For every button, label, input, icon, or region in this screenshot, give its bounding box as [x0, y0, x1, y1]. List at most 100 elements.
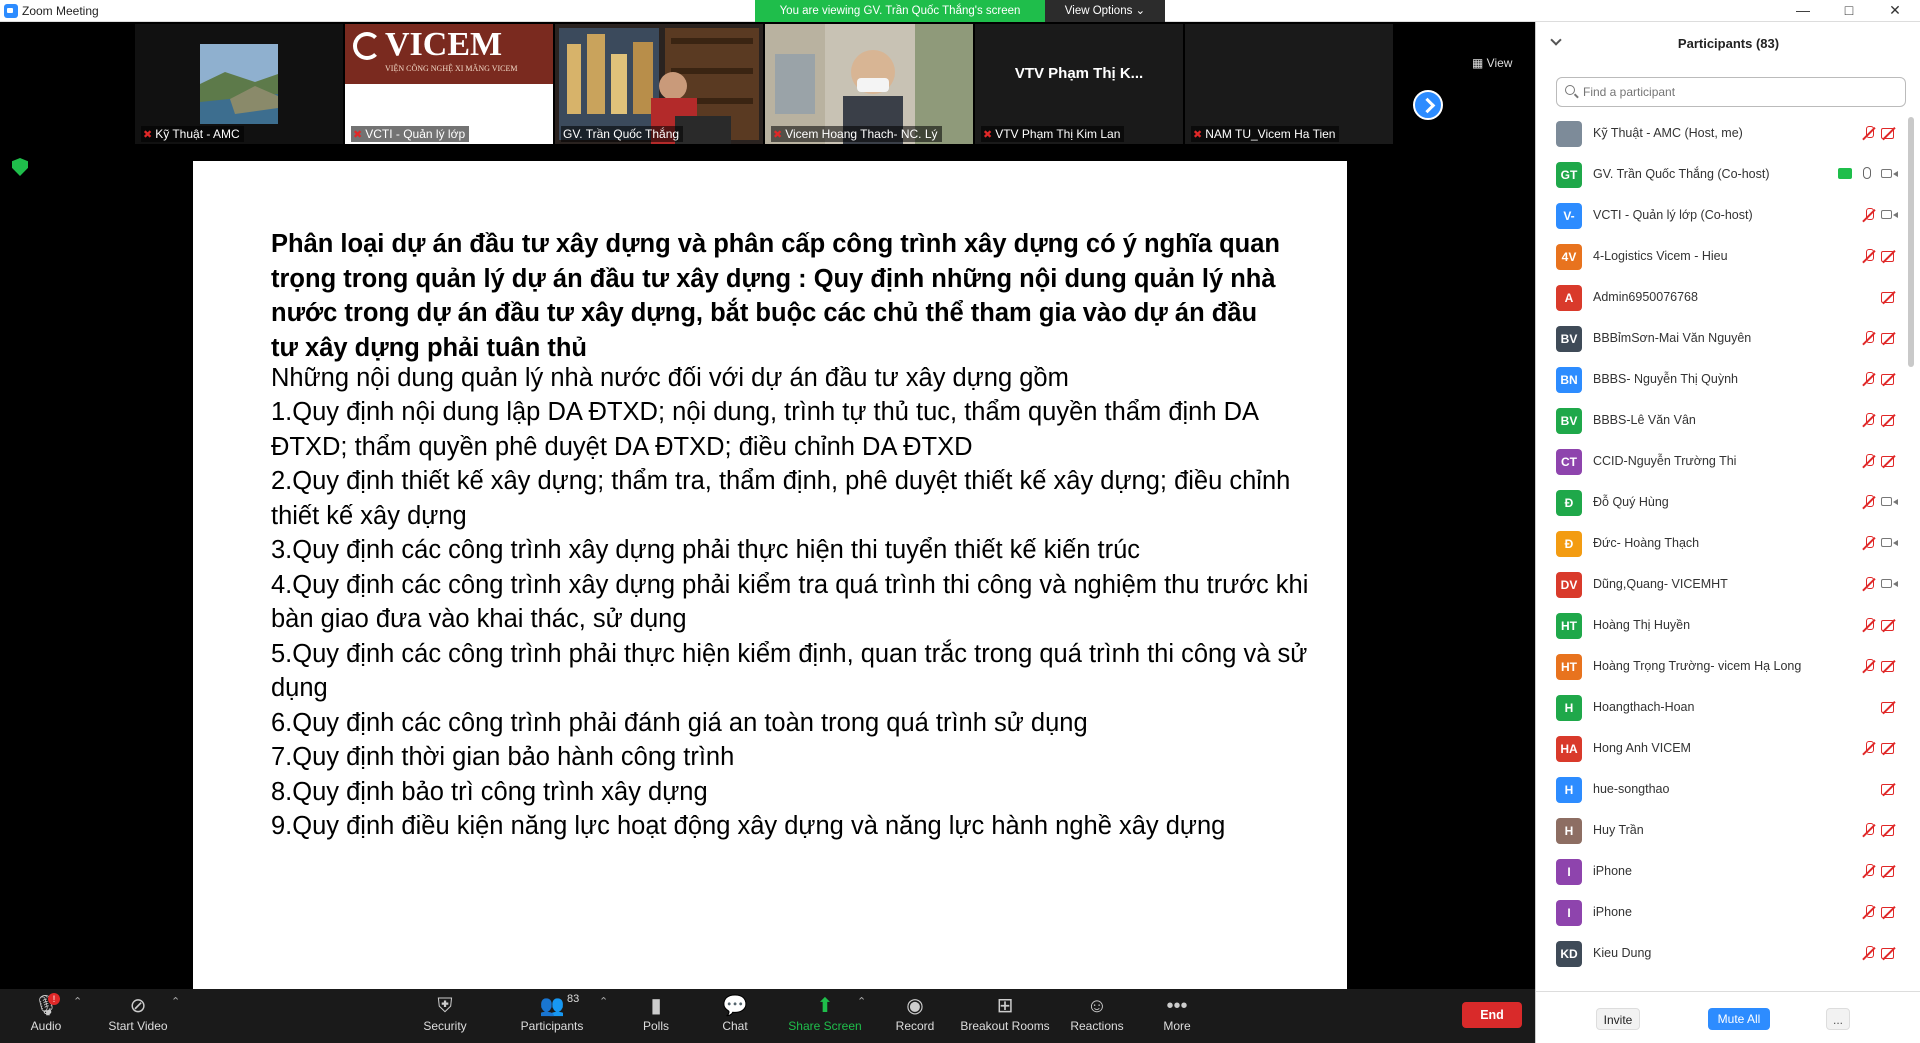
participant-name: Hoangthach-Hoan [1593, 700, 1695, 714]
view-options-button[interactable]: View Options ⌄ [1045, 0, 1165, 22]
video-tile[interactable]: ✖ Vicem Hoang Thach- NC. Lý [765, 24, 973, 144]
shared-screen-slide: Phân loại dự án đầu tư xây dựng và phân … [193, 161, 1347, 989]
maximize-button[interactable]: □ [1826, 0, 1872, 22]
participant-name: Đức- Hoàng Thạch [1593, 536, 1700, 550]
end-meeting-button[interactable]: End [1462, 1002, 1522, 1028]
mic-muted-icon[interactable] [1862, 577, 1876, 591]
video-tile-active[interactable]: GV. Trần Quốc Thắng [555, 24, 763, 144]
participant-name: Kỹ Thuật - AMC (Host, me) [1593, 126, 1743, 140]
participant-row[interactable]: V- VCTI - Quản lý lớp (Co-host) [1536, 195, 1906, 236]
participant-row[interactable]: Đ Đỗ Quý Hùng [1536, 482, 1906, 523]
next-page-button[interactable] [1413, 90, 1443, 120]
share-options-caret-icon[interactable]: ⌃ [857, 995, 866, 1008]
minimize-button[interactable]: — [1780, 0, 1826, 22]
participant-row[interactable]: IiPhone [1536, 892, 1906, 933]
participants-button[interactable]: 👥 83 Participants [515, 989, 589, 1043]
mic-muted-icon: 🎙 [33, 995, 59, 1017]
mic-muted-icon[interactable] [1862, 659, 1876, 673]
video-tile[interactable]: ✖ Kỹ Thuật - AMC [135, 24, 343, 144]
mic-muted-icon[interactable] [1862, 495, 1876, 509]
video-off-icon [1881, 661, 1897, 672]
shield-icon: ⛨ [437, 995, 453, 1017]
mic-muted-icon[interactable] [1862, 331, 1876, 345]
share-screen-button[interactable]: ⬆ Share Screen [785, 989, 865, 1043]
chat-button[interactable]: 💬 Chat [715, 989, 755, 1043]
mic-muted-icon[interactable] [1862, 126, 1876, 140]
participant-name: iPhone [1593, 905, 1632, 919]
polls-button[interactable]: ▮ Polls [636, 989, 676, 1043]
participant-row[interactable]: BV BBBỉmSơn-Mai Văn Nguyên [1536, 318, 1906, 359]
participant-row[interactable]: HT Hoàng Trọng Trường- vicem Hạ Long [1536, 646, 1906, 687]
close-button[interactable]: ✕ [1872, 0, 1918, 22]
mute-all-button[interactable]: Mute All [1708, 1008, 1770, 1030]
participant-name: Hoàng Trọng Trường- vicem Hạ Long [1593, 659, 1802, 673]
avatar: I [1556, 859, 1582, 885]
zoom-logo-icon [4, 4, 18, 18]
mic-muted-icon[interactable] [1862, 372, 1876, 386]
participant-name: Hong Anh VICEM [1593, 741, 1691, 755]
mic-muted-icon[interactable] [1862, 618, 1876, 632]
breakout-rooms-button[interactable]: ⊞ Breakout Rooms [960, 989, 1050, 1043]
participant-name-label: GV. Trần Quốc Thắng [561, 126, 684, 142]
participant-row[interactable]: A Admin6950076768 [1536, 277, 1906, 318]
avatar: BN [1556, 367, 1582, 393]
mic-muted-icon[interactable] [1862, 454, 1876, 468]
mic-muted-icon[interactable] [1862, 249, 1876, 263]
video-options-caret-icon[interactable]: ⌃ [171, 995, 180, 1008]
participant-row[interactable]: DV Dũng,Quang- VICEMHT [1536, 564, 1906, 605]
participant-row[interactable]: GT GV. Trần Quốc Thắng (Co-host) [1536, 154, 1906, 195]
participant-row[interactable]: Đ Đức- Hoàng Thạch [1536, 523, 1906, 564]
participant-row[interactable]: 4V 4-Logistics Vicem - Hieu [1536, 236, 1906, 277]
participant-row[interactable]: HA Hong Anh VICEM [1536, 728, 1906, 769]
participant-name-label: ✖ VCTI - Quản lý lớp [351, 126, 470, 142]
record-button[interactable]: ◉ Record [893, 989, 937, 1043]
encryption-shield-icon[interactable] [12, 158, 28, 176]
start-video-button[interactable]: ⊘ Start Video [100, 989, 176, 1043]
mic-muted-icon[interactable] [1862, 741, 1876, 755]
mic-muted-icon[interactable] [1862, 905, 1876, 919]
participant-row[interactable]: BN BBBS- Nguyễn Thị Quỳnh [1536, 359, 1906, 400]
video-tile[interactable]: VICEM VIỆN CÔNG NGHỆ XI MĂNG VICEM ✖ VCTI… [345, 24, 553, 144]
security-button[interactable]: ⛨ Security [420, 989, 470, 1043]
avatar: I [1556, 900, 1582, 926]
mic-muted-icon[interactable] [1862, 946, 1876, 960]
mic-muted-icon[interactable] [1862, 823, 1876, 837]
panel-more-button[interactable]: ... [1826, 1008, 1850, 1030]
view-layout-button[interactable]: ▦ View [1472, 56, 1512, 70]
participant-row[interactable]: KD Kieu Dung [1536, 933, 1906, 974]
participant-row[interactable]: H Hoangthach-Hoan [1536, 687, 1906, 728]
mic-muted-icon[interactable] [1862, 864, 1876, 878]
audio-button[interactable]: 🎙 ! Audio [24, 989, 68, 1043]
muted-mic-icon: ✖ [1193, 129, 1203, 141]
participant-name: Huy Trần [1593, 823, 1644, 837]
mic-icon[interactable] [1863, 167, 1871, 179]
participant-row[interactable]: HT Hoàng Thị Huyền [1536, 605, 1906, 646]
participant-row[interactable]: IiPhone [1536, 851, 1906, 892]
participant-search-input[interactable] [1583, 83, 1883, 101]
participant-row[interactable]: CT CCID-Nguyễn Trường Thi [1536, 441, 1906, 482]
mic-muted-icon[interactable] [1862, 413, 1876, 427]
participant-row[interactable]: H Huy Trần [1536, 810, 1906, 851]
participant-row[interactable]: Kỹ Thuật - AMC (Host, me) [1536, 113, 1906, 154]
participant-search[interactable] [1556, 77, 1906, 107]
participant-list-scrollbar[interactable] [1908, 117, 1914, 367]
mic-muted-icon[interactable] [1862, 536, 1876, 550]
reactions-button[interactable]: ☺ Reactions [1070, 989, 1124, 1043]
audio-options-caret-icon[interactable]: ⌃ [73, 995, 82, 1008]
mic-muted-icon[interactable] [1862, 208, 1876, 222]
share-screen-label: Share Screen [788, 1019, 862, 1033]
participants-options-caret-icon[interactable]: ⌃ [599, 995, 608, 1008]
logo-text: VICEM [385, 26, 503, 63]
participant-name: Dũng,Quang- VICEMHT [1593, 577, 1728, 591]
invite-button[interactable]: Invite [1596, 1008, 1640, 1030]
video-tile[interactable]: ✖ NAM TU_Vicem Ha Tien [1185, 24, 1393, 144]
video-tile[interactable]: VTV Phạm Thị K... ✖ VTV Phạm Thị Kim Lan [975, 24, 1183, 144]
chat-bubble-icon: 💬 [722, 995, 748, 1017]
participant-row[interactable]: BV BBBS-Lê Văn Vân [1536, 400, 1906, 441]
video-off-icon [1881, 415, 1897, 426]
video-icon [1881, 538, 1898, 547]
participant-row[interactable]: Hhue-songthao [1536, 769, 1906, 810]
more-button[interactable]: ••• More [1160, 989, 1194, 1043]
avatar: A [1556, 285, 1582, 311]
breakout-rooms-label: Breakout Rooms [960, 1019, 1050, 1033]
